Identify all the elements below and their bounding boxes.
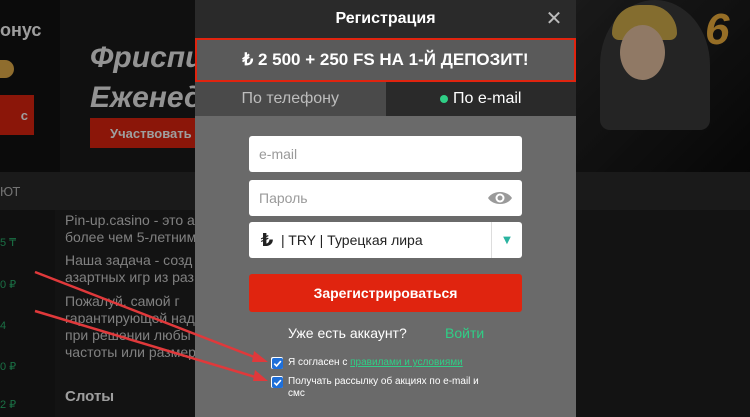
checkmark-icon	[271, 357, 283, 369]
currency-select[interactable]: ₺ | TRY | Турецкая лира ▼	[249, 222, 522, 258]
newsletter-checkbox[interactable]	[271, 376, 283, 388]
lira-icon: ₺	[260, 229, 274, 251]
agree-prefix: Я согласен с	[288, 357, 351, 368]
tab-phone[interactable]: По телефону	[195, 82, 386, 116]
tab-email[interactable]: По e-mail	[385, 82, 576, 116]
registration-modal: Регистрация ✕ ₺ 2 500 + 250 FS НА 1-Й ДЕ…	[195, 0, 576, 417]
newsletter-line2: смс	[288, 388, 305, 399]
tab-phone-label: По телефону	[241, 90, 340, 107]
agree-checkbox[interactable]	[271, 357, 283, 369]
eye-icon[interactable]	[487, 190, 513, 206]
registration-tabs: По телефону По e-mail	[195, 82, 576, 116]
login-link[interactable]: Войти	[445, 325, 484, 341]
checkmark-icon	[271, 376, 283, 388]
promo-banner: ₺ 2 500 + 250 FS НА 1-Й ДЕПОЗИТ!	[195, 38, 576, 82]
password-field[interactable]	[249, 180, 522, 216]
email-field[interactable]	[249, 136, 522, 172]
modal-header: Регистрация ✕	[195, 0, 576, 38]
register-button[interactable]: Зарегистрироваться	[249, 274, 522, 312]
currency-value: | TRY | Турецкая лира	[281, 232, 423, 248]
registration-form: ₺ | TRY | Турецкая лира ▼ Зарегистрирова…	[195, 116, 576, 417]
have-account-text: Уже есть аккаунт?	[288, 325, 407, 341]
chevron-down-icon: ▼	[503, 234, 511, 246]
active-dot-icon	[440, 95, 449, 103]
terms-link[interactable]: правилами и условиями	[350, 357, 463, 368]
newsletter-line1: Получать рассылку об акциях по e-mail и	[288, 376, 479, 387]
modal-title: Регистрация	[335, 10, 436, 27]
close-icon[interactable]: ✕	[544, 8, 564, 28]
newsletter-label: Получать рассылку об акциях по e-mail и …	[288, 376, 479, 400]
agree-label: Я согласен с правилами и условиями	[288, 357, 463, 369]
tab-email-label: По e-mail	[453, 90, 522, 107]
